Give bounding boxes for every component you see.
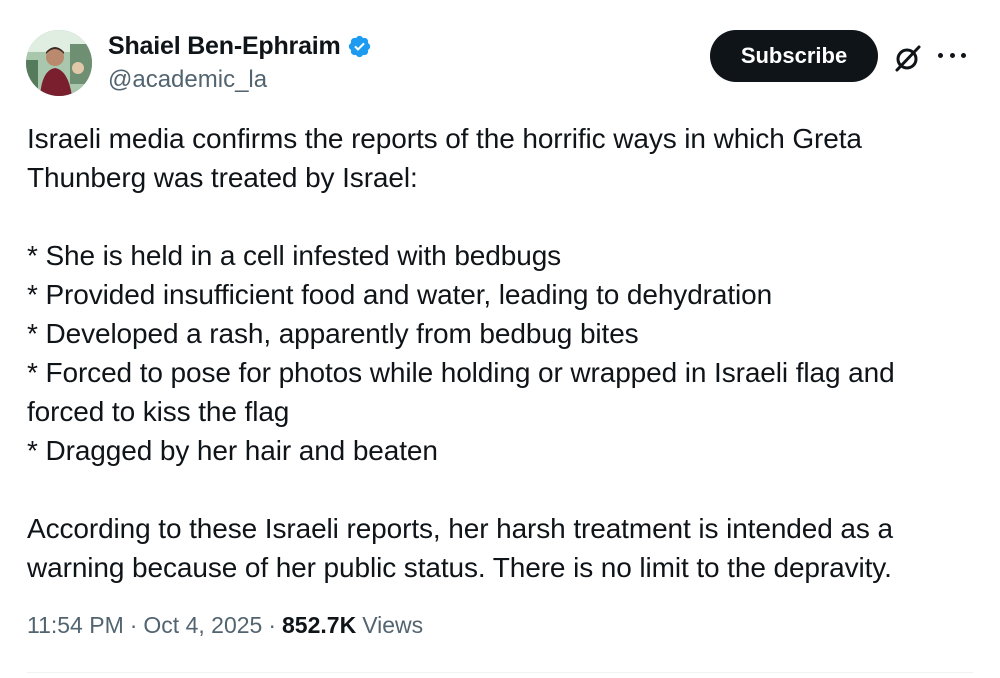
meta-separator: · [129, 612, 138, 638]
views-label: Views [362, 612, 424, 638]
post-metadata: 11:54 PM · Oct 4, 2025 · 852.7K Views [27, 612, 423, 639]
more-dot-icon [961, 52, 966, 58]
post-text: Israeli media confirms the reports of th… [27, 119, 972, 587]
more-options-icon[interactable] [935, 43, 969, 67]
avatar[interactable] [26, 30, 92, 96]
post-bullet: * Forced to pose for photos while holdin… [27, 357, 895, 427]
subscribe-button[interactable]: Subscribe [710, 30, 878, 82]
grok-icon[interactable] [893, 43, 923, 73]
post-date[interactable]: Oct 4, 2025 [143, 612, 262, 639]
post-bullet: * Developed a rash, apparently from bedb… [27, 318, 639, 349]
post-time[interactable]: 11:54 PM [27, 612, 124, 639]
author-name-row: Shaiel Ben-Ephraim [108, 31, 372, 61]
meta-separator: · [268, 612, 277, 638]
verified-badge-icon [348, 35, 370, 57]
divider [27, 672, 973, 673]
post-intro: Israeli media confirms the reports of th… [27, 123, 862, 193]
author-handle[interactable]: @academic_la [108, 66, 267, 94]
post-bullet: * She is held in a cell infested with be… [27, 240, 562, 271]
author-name[interactable]: Shaiel Ben-Ephraim [108, 32, 341, 61]
avatar-photo [26, 30, 92, 96]
more-dot-icon [938, 52, 943, 58]
post-bullet: * Dragged by her hair and beaten [27, 435, 438, 466]
post-conclusion: According to these Israeli reports, her … [27, 513, 893, 583]
post-bullet: * Provided insufficient food and water, … [27, 279, 773, 310]
views-count[interactable]: 852.7K [282, 612, 356, 639]
more-dot-icon [949, 52, 955, 58]
post-header: Shaiel Ben-Ephraim @academic_la Subscrib… [0, 0, 1000, 110]
